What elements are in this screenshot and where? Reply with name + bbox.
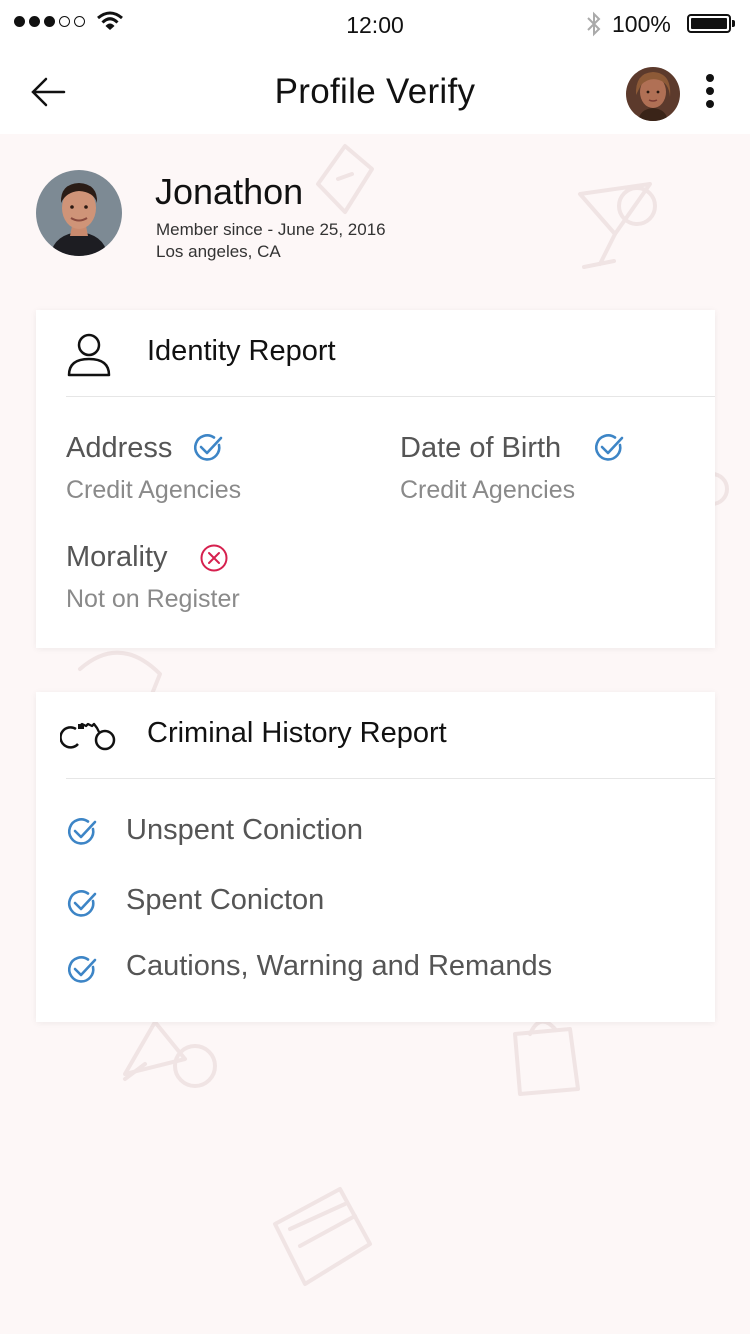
profile-name: Jonathon — [155, 171, 304, 212]
battery-percentage: 100% — [612, 11, 671, 37]
navigation-bar: Profile Verify — [0, 48, 750, 134]
user-avatar[interactable] — [626, 67, 680, 121]
divider — [66, 778, 715, 779]
morality-label: Morality — [66, 541, 168, 573]
verified-check-icon — [67, 818, 97, 845]
cautions-label: Cautions, Warning and Remands — [126, 950, 553, 982]
identity-report-card: Identity Report Address Credit Agencies … — [36, 310, 715, 648]
unspent-conviction-label: Unspent Coniction — [126, 814, 363, 846]
failed-x-icon — [200, 544, 228, 572]
address-label: Address — [66, 432, 173, 464]
criminal-history-title: Criminal History Report — [147, 717, 447, 749]
date-of-birth-label: Date of Birth — [400, 432, 562, 464]
battery-icon — [687, 14, 735, 33]
person-icon — [67, 333, 111, 377]
divider — [66, 396, 715, 397]
criminal-history-card: Criminal History Report Unspent Conictio… — [36, 692, 715, 1022]
profile-avatar — [36, 170, 122, 256]
verified-check-icon — [67, 890, 97, 917]
morality-source: Not on Register — [66, 585, 240, 613]
profile-location: Los angeles, CA — [156, 242, 281, 261]
verified-check-icon — [193, 434, 223, 461]
verified-check-icon — [67, 956, 97, 983]
date-of-birth-source: Credit Agencies — [400, 476, 576, 504]
identity-report-title: Identity Report — [147, 335, 336, 367]
more-options-icon[interactable] — [700, 74, 720, 114]
member-since: Member since - June 25, 2016 — [156, 220, 386, 239]
bluetooth-icon — [587, 11, 601, 37]
spent-conviction-label: Spent Conicton — [126, 884, 325, 916]
handcuffs-icon — [60, 722, 116, 751]
criminal-history-header: Criminal History Report — [36, 692, 715, 779]
identity-report-header: Identity Report — [36, 310, 715, 397]
address-source: Credit Agencies — [66, 476, 242, 504]
verified-check-icon — [594, 434, 624, 461]
status-bar: 12:00 100% — [0, 0, 750, 48]
